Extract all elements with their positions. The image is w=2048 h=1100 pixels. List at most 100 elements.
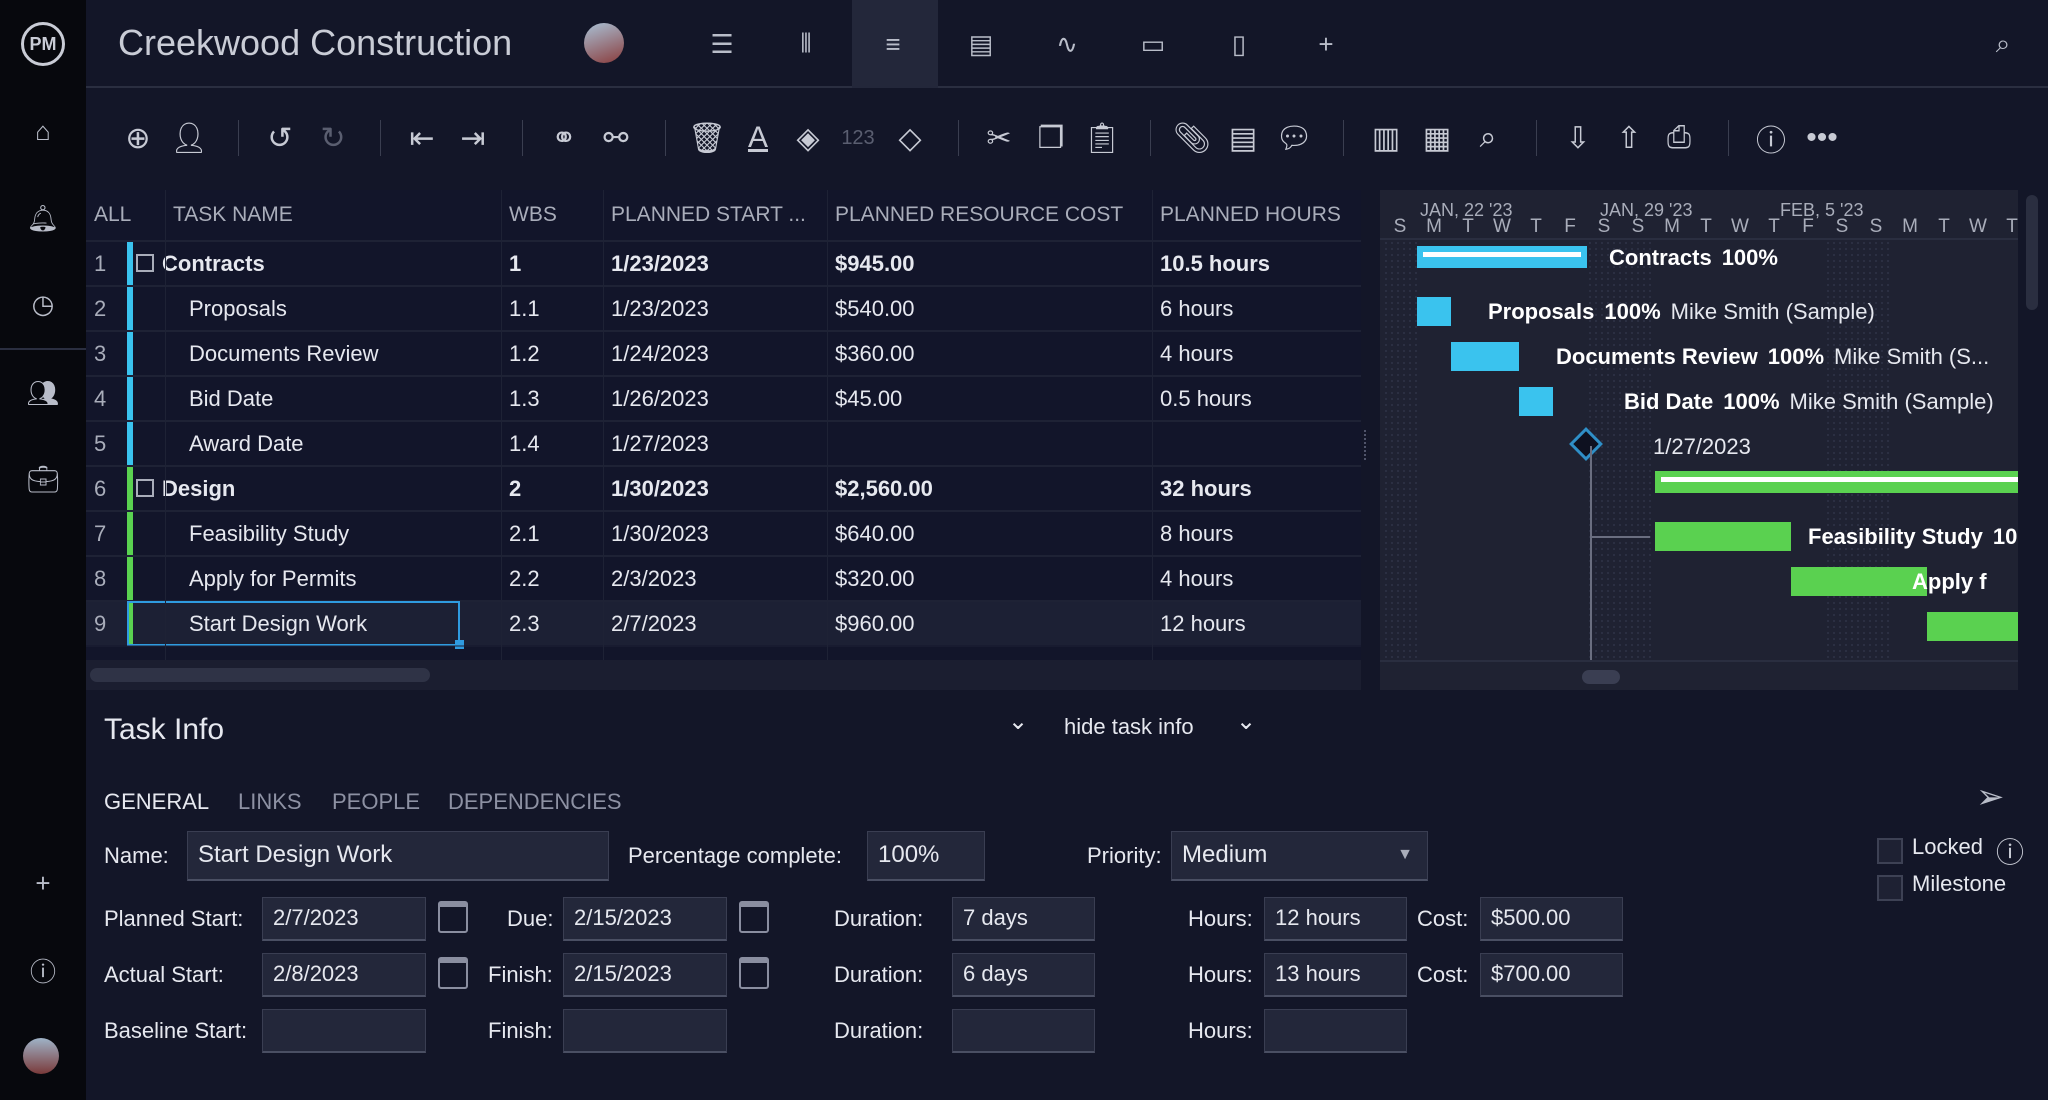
planned-resource-cost[interactable]	[827, 422, 1152, 465]
font-color-icon[interactable]: A	[738, 118, 778, 158]
comment-icon[interactable]: 💬︎	[1274, 118, 1314, 158]
planned-resource-cost[interactable]: $960.00	[827, 602, 1152, 645]
header-wbs[interactable]: WBS	[501, 190, 603, 240]
table-row[interactable]: 6 Design 2 1/30/2023 $2,560.00 32 hours	[86, 465, 1361, 510]
planned-resource-cost[interactable]: $320.00	[827, 557, 1152, 600]
task-bar[interactable]	[1927, 612, 2018, 641]
table-row[interactable]: 2 Proposals 1.1 1/23/2023 $540.00 6 hours	[86, 285, 1361, 330]
import-icon[interactable]: ⇩	[1558, 118, 1598, 158]
home-icon[interactable]: ⌂	[23, 111, 63, 151]
task-bar[interactable]	[1791, 567, 1927, 596]
planned-resource-cost[interactable]: $2,560.00	[827, 467, 1152, 510]
actual-duration-input[interactable]: 6 days	[952, 953, 1095, 997]
gantt-horizontal-scrollbar[interactable]	[1380, 660, 2018, 690]
notifications-icon[interactable]: 🔔︎	[23, 198, 63, 238]
tab-links[interactable]: LINKS	[238, 789, 302, 815]
task-bar[interactable]	[1519, 387, 1553, 416]
tab-dependencies[interactable]: DEPENDENCIES	[448, 789, 622, 815]
gantt-vertical-scrollbar[interactable]	[2026, 195, 2038, 310]
files-view-icon[interactable]: ▯	[1219, 24, 1259, 64]
task-name[interactable]: Feasibility Study	[181, 512, 499, 555]
actual-hours-input[interactable]: 13 hours	[1264, 953, 1407, 997]
baseline-finish-input[interactable]	[563, 1009, 727, 1053]
percentage-complete-input[interactable]: 100%	[867, 831, 985, 881]
planned-start-input[interactable]: 2/7/2023	[262, 897, 426, 941]
calendar-view-icon[interactable]: ▭	[1133, 24, 1173, 64]
planned-hours[interactable]: 4 hours	[1152, 557, 1361, 600]
planned-start[interactable]: 1/26/2023	[603, 377, 827, 420]
add-task-icon[interactable]: ⊕	[118, 118, 158, 158]
calendar-icon[interactable]	[438, 957, 468, 989]
baseline-start-input[interactable]	[262, 1009, 426, 1053]
briefcase-icon[interactable]: 💼︎	[23, 459, 63, 499]
summary-bar[interactable]	[1417, 246, 1587, 268]
more-icon[interactable]: •••	[1802, 118, 1842, 158]
header-planned-hours[interactable]: PLANNED HOURS	[1152, 190, 1361, 240]
info-icon[interactable]: ⓘ	[1996, 831, 2024, 871]
collapse-icon[interactable]	[136, 254, 154, 272]
planned-hours[interactable]	[1152, 422, 1361, 465]
task-name[interactable]: Proposals	[181, 287, 499, 330]
planned-start[interactable]: 1/24/2023	[603, 332, 827, 375]
grid-icon[interactable]: ▦	[1417, 118, 1457, 158]
cut-icon[interactable]: ✂	[979, 118, 1019, 158]
planned-cost-input[interactable]: $500.00	[1480, 897, 1623, 941]
assign-user-icon[interactable]: 👤︎	[169, 118, 209, 158]
planned-hours[interactable]: 10.5 hours	[1152, 242, 1361, 285]
planned-resource-cost[interactable]: $360.00	[827, 332, 1152, 375]
task-bar[interactable]	[1451, 342, 1519, 371]
actual-cost-input[interactable]: $700.00	[1480, 953, 1623, 997]
sheet-view-icon[interactable]: ▤	[961, 24, 1001, 64]
planned-hours-input[interactable]: 12 hours	[1264, 897, 1407, 941]
copy-icon[interactable]: ❐	[1031, 118, 1071, 158]
header-all[interactable]: ALL	[86, 190, 162, 240]
hide-task-info-button[interactable]: hide task info	[1064, 714, 1194, 740]
baseline-duration-input[interactable]	[952, 1009, 1095, 1053]
actual-start-input[interactable]: 2/8/2023	[262, 953, 426, 997]
planned-hours[interactable]: 6 hours	[1152, 287, 1361, 330]
redo-icon[interactable]: ↻	[313, 118, 353, 158]
calendar-icon[interactable]	[438, 901, 468, 933]
planned-duration-input[interactable]: 7 days	[952, 897, 1095, 941]
user-avatar[interactable]	[23, 1038, 59, 1074]
send-icon[interactable]: ➢	[1976, 777, 2005, 817]
clock-icon[interactable]: ◷	[23, 284, 63, 324]
link-icon[interactable]: ⚭	[544, 118, 584, 158]
tab-people[interactable]: PEOPLE	[332, 789, 420, 815]
task-name[interactable]: Award Date	[181, 422, 499, 465]
header-planned-start[interactable]: PLANNED START ...	[603, 190, 827, 240]
calendar-icon[interactable]	[739, 957, 769, 989]
task-name[interactable]: Apply for Permits	[181, 557, 499, 600]
actual-finish-input[interactable]: 2/15/2023	[563, 953, 727, 997]
chevron-down-icon[interactable]: ⌄	[1236, 707, 1256, 736]
planned-start[interactable]: 1/27/2023	[603, 422, 827, 465]
planned-start[interactable]: 1/30/2023	[603, 467, 827, 510]
notes-icon[interactable]: ▤	[1223, 118, 1263, 158]
collapse-icon[interactable]	[136, 479, 154, 497]
planned-start[interactable]: 2/3/2023	[603, 557, 827, 600]
task-bar[interactable]	[1417, 297, 1451, 326]
table-row[interactable]: 1 Contracts 1 1/23/2023 $945.00 10.5 hours	[86, 240, 1361, 285]
delete-icon[interactable]: 🗑︎	[687, 118, 727, 158]
export-icon[interactable]: ⇧	[1609, 118, 1649, 158]
calendar-icon[interactable]	[739, 901, 769, 933]
plus-icon[interactable]: +	[23, 863, 63, 903]
zoom-icon[interactable]: ⌕	[1468, 118, 1508, 158]
selected-cell[interactable]	[127, 601, 460, 646]
planned-hours[interactable]: 8 hours	[1152, 512, 1361, 555]
outdent-icon[interactable]: ⇤	[402, 118, 442, 158]
planned-resource-cost[interactable]: $945.00	[827, 242, 1152, 285]
planned-hours[interactable]: 4 hours	[1152, 332, 1361, 375]
priority-select[interactable]: Medium ▼	[1171, 831, 1428, 881]
table-row[interactable]: 3 Documents Review 1.2 1/24/2023 $360.00 4 ho…	[86, 330, 1361, 375]
locked-checkbox[interactable]	[1877, 838, 1903, 864]
planned-start[interactable]: 1/23/2023	[603, 287, 827, 330]
name-input[interactable]: Start Design Work	[187, 831, 609, 881]
milestone-checkbox[interactable]	[1877, 875, 1903, 901]
indent-icon[interactable]: ⇥	[453, 118, 493, 158]
gantt-view-icon[interactable]: ≡	[873, 24, 913, 64]
info-icon[interactable]: ⓘ	[1751, 118, 1791, 158]
table-row[interactable]: 5 Award Date 1.4 1/27/2023	[86, 420, 1361, 465]
people-icon[interactable]: 👥︎	[23, 373, 63, 413]
table-row[interactable]: 7 Feasibility Study 2.1 1/30/2023 $640.00 8 h…	[86, 510, 1361, 555]
